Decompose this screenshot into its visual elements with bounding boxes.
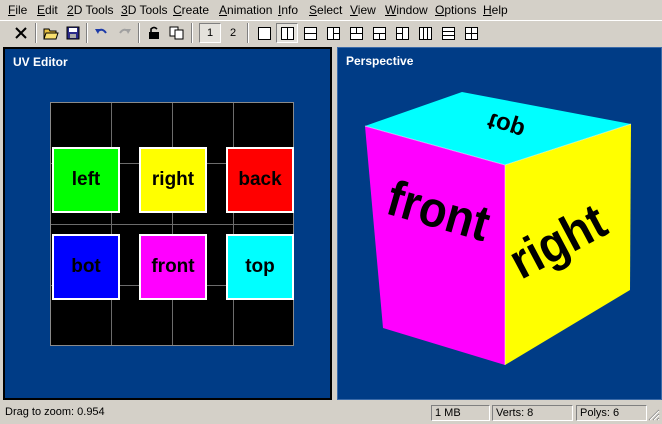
cube-render: top front right [364,92,632,365]
menu-view[interactable]: View [350,3,376,17]
menu-animation[interactable]: Animation [219,3,272,17]
uv-tile-left[interactable]: left [52,147,120,213]
toolbar-separator [191,23,193,43]
menu-edit[interactable]: Edit [37,3,58,17]
lock-button[interactable] [143,23,165,43]
redo-icon [119,28,131,34]
toolbar-separator [35,23,37,43]
toolbar: 1 2 [0,20,662,46]
page-2-button[interactable]: 2 [222,23,244,43]
layout-single-icon [257,26,271,40]
layout-two-horizontal-button[interactable] [299,23,321,43]
uv-editor-viewport[interactable]: UV Editor left right back bot front top [3,47,332,400]
layout-three-bottom-icon [372,26,386,40]
layout-three-horizontal-icon [441,26,455,40]
status-polys: Polys: 6 [576,405,647,421]
layout-three-right-button[interactable] [391,23,413,43]
toolbar-separator [247,23,249,43]
close-icon [15,27,27,39]
menu-file[interactable]: File [8,3,27,17]
close-button[interactable] [10,23,32,43]
undo-icon [95,28,107,34]
menu-info[interactable]: Info [278,3,298,17]
menu-window[interactable]: Window [385,3,428,17]
status-message: Drag to zoom: 0.954 [5,406,105,418]
open-folder-icon [43,28,59,40]
uv-tile-back[interactable]: back [226,147,294,213]
menu-create[interactable]: Create [173,3,209,17]
menu-2d-tools[interactable]: 2D Tools [67,3,113,17]
uv-tile-front[interactable]: front [139,234,207,300]
menu-3d-tools[interactable]: 3D Tools [121,3,167,17]
cube-face-front [365,126,505,365]
layout-two-vertical-button[interactable] [276,23,298,43]
menu-bar: File Edit 2D Tools 3D Tools Create Anima… [0,0,662,19]
layout-three-left-button[interactable] [322,23,344,43]
uv-tile-right[interactable]: right [139,147,207,213]
page-1-label: 1 [206,27,214,39]
menu-options[interactable]: Options [435,3,476,17]
copy-icon [169,26,184,40]
menu-select[interactable]: Select [309,3,342,17]
layout-four-button[interactable] [460,23,482,43]
toolbar-separator [138,23,140,43]
uv-tile-bot[interactable]: bot [52,234,120,300]
uv-grid-line [51,224,293,225]
layout-three-top-icon [349,26,363,40]
toolbar-separator [86,23,88,43]
layout-three-bottom-button[interactable] [368,23,390,43]
page-2-label: 2 [229,27,237,39]
layout-two-horizontal-icon [303,26,317,40]
status-bar: Drag to zoom: 0.954 1 MB Verts: 8 Polys:… [0,403,662,424]
layout-three-right-icon [395,26,409,40]
save-button[interactable] [62,23,84,43]
uv-tile-top[interactable]: top [226,234,294,300]
save-icon [66,26,80,40]
layout-three-horizontal-button[interactable] [437,23,459,43]
menu-help[interactable]: Help [483,3,508,17]
redo-button[interactable] [114,23,136,43]
layout-four-icon [464,26,478,40]
layout-single-button[interactable] [253,23,275,43]
layout-three-vertical-icon [418,26,432,40]
open-button[interactable] [40,23,62,43]
perspective-viewport[interactable]: Perspective top front right [337,47,662,400]
layout-three-left-icon [326,26,340,40]
undo-button[interactable] [90,23,112,43]
resize-grip-icon[interactable] [648,409,660,421]
copy-button[interactable] [166,23,188,43]
layout-three-top-button[interactable] [345,23,367,43]
layout-two-vertical-icon [280,26,294,40]
status-verts: Verts: 8 [492,405,573,421]
layout-three-vertical-button[interactable] [414,23,436,43]
page-1-button[interactable]: 1 [199,23,221,43]
lock-icon [149,26,159,39]
uv-editor-title: UV Editor [13,55,68,69]
uv-texture-map[interactable]: left right back bot front top [50,102,294,346]
status-memory: 1 MB [431,405,490,421]
